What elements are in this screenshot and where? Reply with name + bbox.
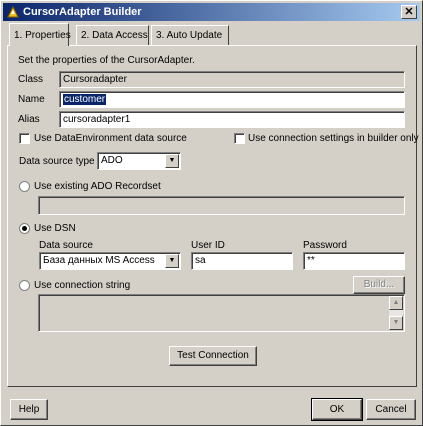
- alias-label: Alias: [18, 114, 40, 125]
- user-id-value: sa: [195, 255, 206, 266]
- chevron-down-icon[interactable]: ▼: [165, 254, 179, 268]
- class-label: Class: [18, 74, 44, 85]
- test-connection-button[interactable]: Test Connection: [169, 346, 257, 366]
- datasource-type-label: Data source type: [19, 156, 95, 167]
- alias-value: cursoradapter1: [63, 114, 131, 125]
- datasource-type-select[interactable]: ADO ▼: [97, 152, 181, 170]
- data-source-value: База данных MS Access: [43, 255, 155, 266]
- use-dsn-label: Use DSN: [34, 223, 76, 234]
- cursoradapter-builder-window: CursorAdapter Builder ✕ 1. Properties 2.…: [0, 0, 423, 426]
- close-button[interactable]: ✕: [401, 5, 417, 19]
- tab-properties-label: 1. Properties: [14, 30, 71, 41]
- use-existing-recordset-label: Use existing ADO Recordset: [34, 181, 161, 192]
- use-connection-settings-label: Use connection settings in builder only: [248, 133, 419, 144]
- help-button[interactable]: Help: [10, 399, 48, 420]
- use-connection-string-radio[interactable]: [19, 280, 30, 291]
- title-bar: CursorAdapter Builder ✕: [3, 3, 420, 21]
- builder-app-icon: [6, 5, 20, 19]
- use-existing-recordset-radio[interactable]: [19, 181, 30, 192]
- intro-text: Set the properties of the CursorAdapter.: [18, 55, 195, 66]
- datasource-type-value: ADO: [101, 155, 123, 166]
- use-dataenvironment-checkbox[interactable]: [19, 133, 30, 144]
- cancel-button[interactable]: Cancel: [366, 399, 416, 420]
- data-source-select[interactable]: База данных MS Access ▼: [39, 252, 181, 270]
- window-title: CursorAdapter Builder: [23, 6, 142, 18]
- class-value: Cursoradapter: [63, 74, 127, 85]
- data-source-label: Data source: [39, 240, 93, 251]
- ok-button[interactable]: OK: [311, 398, 363, 421]
- tab-data-access-label: 2. Data Access: [81, 30, 148, 41]
- password-input[interactable]: **: [303, 252, 405, 270]
- connection-string-textarea[interactable]: ▲ ▼: [38, 294, 405, 332]
- use-dataenvironment-label: Use DataEnvironment data source: [34, 133, 187, 144]
- class-field: Cursoradapter: [59, 71, 405, 88]
- use-dsn-radio[interactable]: [19, 223, 30, 234]
- name-value: customer: [63, 94, 107, 105]
- scroll-up-icon[interactable]: ▲: [389, 296, 403, 310]
- alias-input[interactable]: cursoradapter1: [59, 111, 405, 128]
- tab-properties[interactable]: 1. Properties: [9, 23, 71, 46]
- use-connection-settings-checkbox[interactable]: [234, 133, 245, 144]
- recordset-field: [38, 196, 405, 215]
- user-id-input[interactable]: sa: [191, 252, 293, 270]
- name-label: Name: [18, 94, 45, 105]
- user-id-label: User ID: [191, 240, 225, 251]
- tab-auto-update-label: 3. Auto Update: [156, 30, 223, 41]
- scrollbar[interactable]: ▲ ▼: [389, 296, 403, 330]
- tab-auto-update[interactable]: 3. Auto Update: [151, 25, 229, 45]
- tab-data-access[interactable]: 2. Data Access: [76, 25, 149, 45]
- password-value: **: [307, 255, 315, 266]
- use-connection-string-label: Use connection string: [34, 280, 131, 291]
- scroll-down-icon[interactable]: ▼: [389, 316, 403, 330]
- name-input[interactable]: customer: [59, 91, 405, 108]
- chevron-down-icon[interactable]: ▼: [165, 154, 179, 168]
- password-label: Password: [303, 240, 347, 251]
- build-button[interactable]: Build...: [353, 276, 405, 294]
